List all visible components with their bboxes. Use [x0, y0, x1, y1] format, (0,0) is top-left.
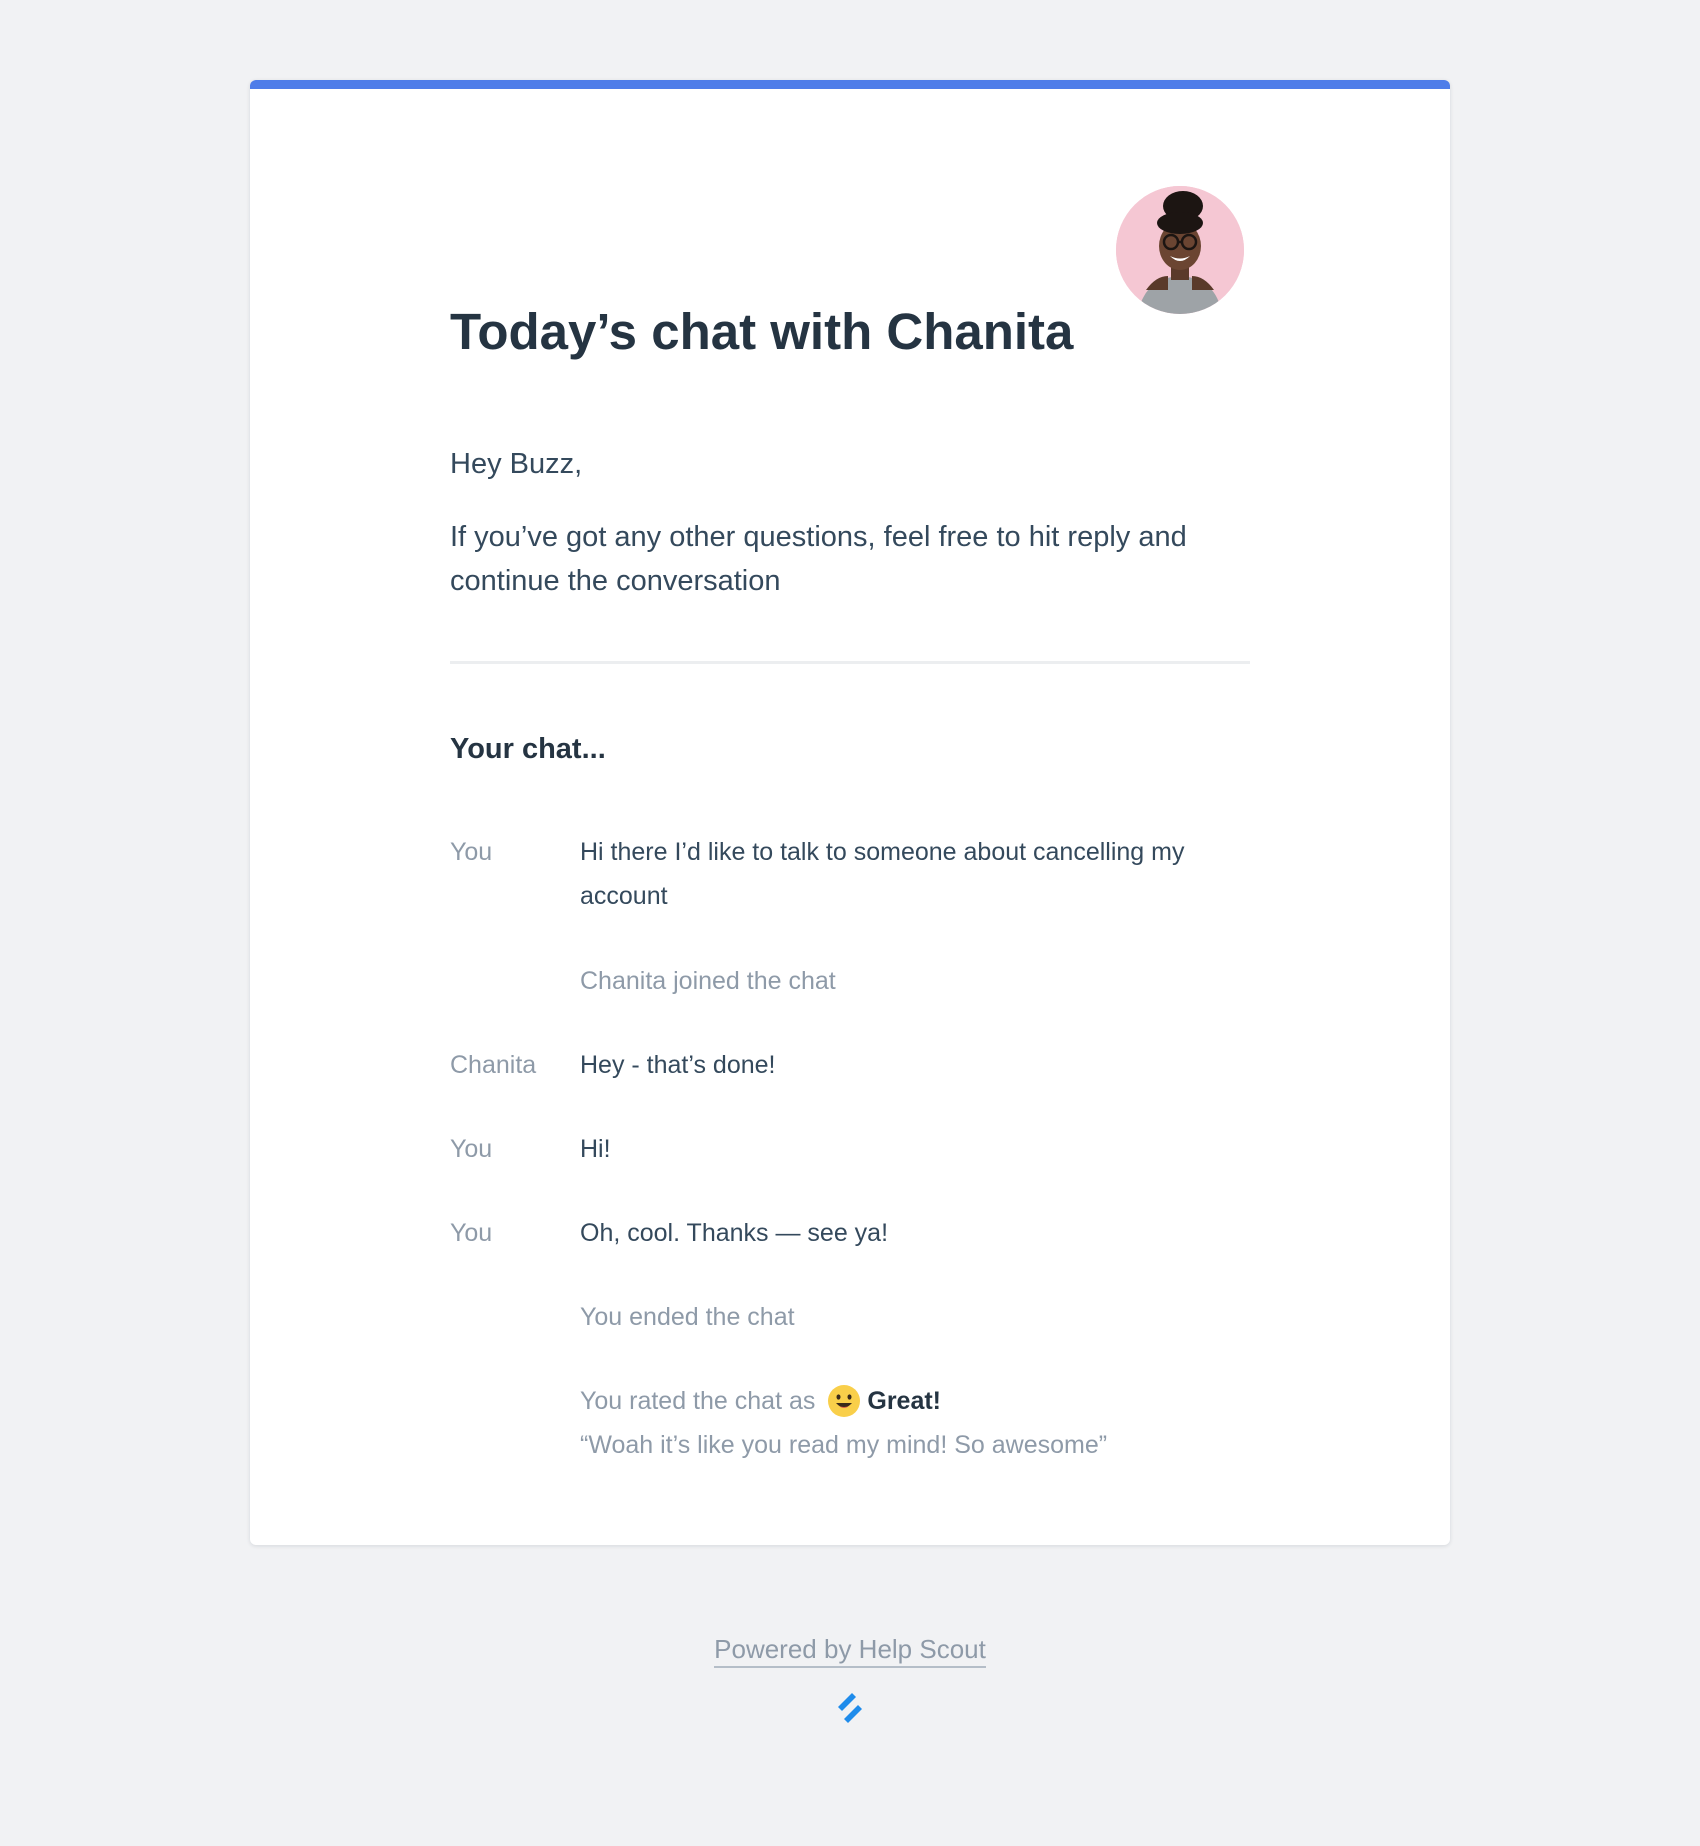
message-sender: Chanita: [450, 1051, 537, 1079]
rating-value: Great!: [867, 1387, 942, 1415]
rating-prefix: You rated the chat as: [580, 1387, 816, 1415]
intro-text: If you’ve got any other questions, feel …: [450, 521, 1187, 597]
message-text: Hey - that’s done!: [580, 1051, 776, 1079]
page-title: Today’s chat with Chanita: [450, 303, 1074, 360]
smiley-face-icon: [827, 1384, 861, 1418]
powered-by-link[interactable]: Powered by Help Scout: [714, 1634, 986, 1668]
message-sender: You: [450, 1135, 493, 1163]
divider: [450, 661, 1250, 664]
footer: Powered by Help Scout: [0, 1629, 1700, 1669]
agent-avatar: [1116, 186, 1244, 314]
help-scout-logo-icon[interactable]: [834, 1690, 866, 1726]
message-sender: You: [450, 1219, 493, 1247]
card-accent-bar: [250, 80, 1450, 89]
rating-comment: “Woah it’s like you read my mind! So awe…: [580, 1431, 1108, 1459]
message-text: Oh, cool. Thanks — see ya!: [580, 1219, 889, 1247]
greeting-text: Hey Buzz,: [450, 448, 583, 480]
email-card: Today’s chat with Chanita Hey Buzz, If y…: [250, 80, 1450, 1545]
event-text: Chanita joined the chat: [580, 967, 836, 995]
event-text: You ended the chat: [580, 1303, 795, 1331]
message-text: Hi!: [580, 1135, 611, 1163]
chat-section-heading: Your chat...: [450, 733, 606, 765]
message-text: Hi there I’d like to talk to someone abo…: [580, 838, 1185, 910]
rating-line: You rated the chat as Great!: [580, 1379, 1240, 1423]
message-sender: You: [450, 838, 493, 866]
rating-block: You rated the chat as Great! “Woah it’s …: [580, 1379, 1240, 1467]
